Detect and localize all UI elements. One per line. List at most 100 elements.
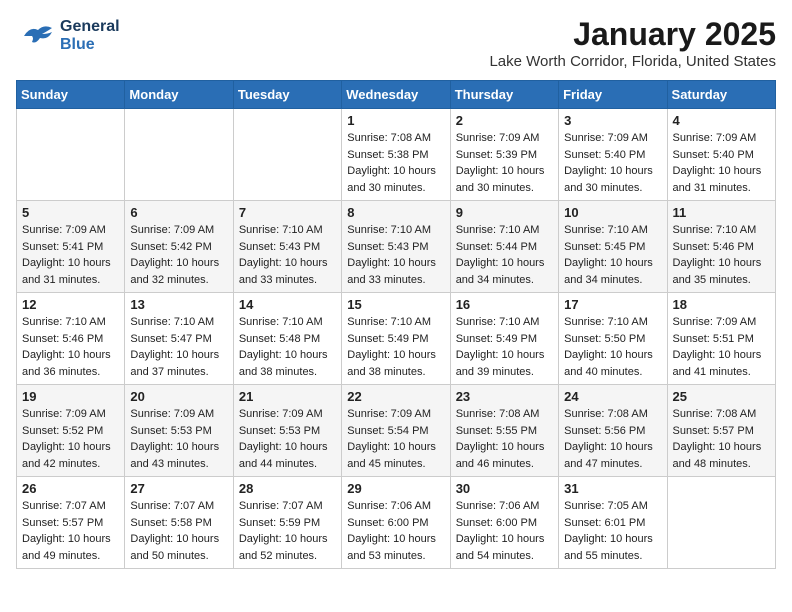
calendar-cell: 8 Sunrise: 7:10 AMSunset: 5:43 PMDaylight…	[342, 201, 450, 293]
day-number: 20	[130, 389, 227, 404]
day-number: 12	[22, 297, 119, 312]
day-info: Sunrise: 7:09 AMSunset: 5:42 PMDaylight:…	[130, 222, 227, 288]
day-info: Sunrise: 7:09 AMSunset: 5:41 PMDaylight:…	[22, 222, 119, 288]
logo-text: General Blue	[60, 18, 120, 53]
calendar-cell: 22Sunrise: 7:09 AMSunset: 5:54 PMDayligh…	[342, 385, 450, 477]
calendar-cell: 28 Sunrise: 7:07 AMSunset: 5:59 PMDayligh…	[233, 477, 341, 569]
day-number: 8	[347, 205, 444, 220]
day-number: 18	[673, 297, 770, 312]
day-info: Sunrise: 7:09 AMSunset: 5:53 PMDaylight:…	[130, 406, 227, 472]
calendar-cell: 13 Sunrise: 7:10 AMSunset: 5:47 PMDayligh…	[125, 293, 233, 385]
day-number: 2	[456, 113, 553, 128]
day-info: Sunrise: 7:09 AMSunset: 5:52 PMDaylight:…	[22, 406, 119, 472]
day-number: 9	[456, 205, 553, 220]
day-number: 26	[22, 481, 119, 496]
day-number: 28	[239, 481, 336, 496]
calendar-header-wednesday: Wednesday	[342, 81, 450, 109]
calendar-cell: 11 Sunrise: 7:10 AMSunset: 5:46 PMDayligh…	[667, 201, 775, 293]
calendar-header-tuesday: Tuesday	[233, 81, 341, 109]
day-number: 21	[239, 389, 336, 404]
day-info: Sunrise: 7:08 AMSunset: 5:57 PMDaylight:…	[673, 406, 770, 472]
day-number: 5	[22, 205, 119, 220]
day-info: Sunrise: 7:07 AMSunset: 5:58 PMDaylight:…	[130, 498, 227, 564]
calendar-header-sunday: Sunday	[17, 81, 125, 109]
calendar-cell: 31Sunrise: 7:05 AMSunset: 6:01 PMDayligh…	[559, 477, 667, 569]
calendar-cell: 24Sunrise: 7:08 AMSunset: 5:56 PMDayligh…	[559, 385, 667, 477]
day-info: Sunrise: 7:10 AMSunset: 5:43 PMDaylight:…	[347, 222, 444, 288]
calendar-cell	[233, 109, 341, 201]
calendar-week-5: 26 Sunrise: 7:07 AMSunset: 5:57 PMDayligh…	[17, 477, 776, 569]
day-info: Sunrise: 7:07 AMSunset: 5:59 PMDaylight:…	[239, 498, 336, 564]
calendar-cell: 3Sunrise: 7:09 AMSunset: 5:40 PMDaylight…	[559, 109, 667, 201]
day-number: 15	[347, 297, 444, 312]
day-info: Sunrise: 7:09 AMSunset: 5:53 PMDaylight:…	[239, 406, 336, 472]
day-number: 19	[22, 389, 119, 404]
calendar-cell: 4Sunrise: 7:09 AMSunset: 5:40 PMDaylight…	[667, 109, 775, 201]
calendar-week-2: 5 Sunrise: 7:09 AMSunset: 5:41 PMDaylight…	[17, 201, 776, 293]
calendar-week-1: 1 Sunrise: 7:08 AMSunset: 5:38 PMDaylight…	[17, 109, 776, 201]
day-number: 11	[673, 205, 770, 220]
calendar-cell: 23 Sunrise: 7:08 AMSunset: 5:55 PMDayligh…	[450, 385, 558, 477]
day-number: 7	[239, 205, 336, 220]
day-number: 24	[564, 389, 661, 404]
day-info: Sunrise: 7:08 AMSunset: 5:38 PMDaylight:…	[347, 130, 444, 196]
day-info: Sunrise: 7:10 AMSunset: 5:46 PMDaylight:…	[22, 314, 119, 380]
calendar-cell	[17, 109, 125, 201]
day-info: Sunrise: 7:10 AMSunset: 5:43 PMDaylight:…	[239, 222, 336, 288]
calendar-cell: 9Sunrise: 7:10 AMSunset: 5:44 PMDaylight…	[450, 201, 558, 293]
calendar-cell: 29 Sunrise: 7:06 AMSunset: 6:00 PMDayligh…	[342, 477, 450, 569]
logo-icon	[16, 16, 56, 56]
calendar-cell: 2 Sunrise: 7:09 AMSunset: 5:39 PMDaylight…	[450, 109, 558, 201]
calendar-header-thursday: Thursday	[450, 81, 558, 109]
calendar-cell: 25 Sunrise: 7:08 AMSunset: 5:57 PMDayligh…	[667, 385, 775, 477]
day-info: Sunrise: 7:08 AMSunset: 5:55 PMDaylight:…	[456, 406, 553, 472]
day-info: Sunrise: 7:10 AMSunset: 5:46 PMDaylight:…	[673, 222, 770, 288]
calendar-cell: 1 Sunrise: 7:08 AMSunset: 5:38 PMDaylight…	[342, 109, 450, 201]
day-number: 16	[456, 297, 553, 312]
day-info: Sunrise: 7:06 AMSunset: 6:00 PMDaylight:…	[347, 498, 444, 564]
calendar-week-3: 12 Sunrise: 7:10 AMSunset: 5:46 PMDayligh…	[17, 293, 776, 385]
calendar-cell: 10Sunrise: 7:10 AMSunset: 5:45 PMDayligh…	[559, 201, 667, 293]
calendar-cell: 17Sunrise: 7:10 AMSunset: 5:50 PMDayligh…	[559, 293, 667, 385]
day-number: 13	[130, 297, 227, 312]
day-info: Sunrise: 7:06 AMSunset: 6:00 PMDaylight:…	[456, 498, 553, 564]
calendar-header-monday: Monday	[125, 81, 233, 109]
calendar-header-friday: Friday	[559, 81, 667, 109]
page-header: General Blue January 2025 Lake Worth Cor…	[16, 16, 776, 70]
month-title: January 2025	[489, 16, 776, 53]
day-number: 25	[673, 389, 770, 404]
title-area: January 2025 Lake Worth Corridor, Florid…	[489, 16, 776, 70]
calendar-cell: 26 Sunrise: 7:07 AMSunset: 5:57 PMDayligh…	[17, 477, 125, 569]
day-number: 30	[456, 481, 553, 496]
day-info: Sunrise: 7:09 AMSunset: 5:39 PMDaylight:…	[456, 130, 553, 196]
calendar-cell: 21 Sunrise: 7:09 AMSunset: 5:53 PMDayligh…	[233, 385, 341, 477]
calendar-cell: 15 Sunrise: 7:10 AMSunset: 5:49 PMDayligh…	[342, 293, 450, 385]
calendar-cell: 19 Sunrise: 7:09 AMSunset: 5:52 PMDayligh…	[17, 385, 125, 477]
day-info: Sunrise: 7:05 AMSunset: 6:01 PMDaylight:…	[564, 498, 661, 564]
day-number: 1	[347, 113, 444, 128]
day-info: Sunrise: 7:10 AMSunset: 5:48 PMDaylight:…	[239, 314, 336, 380]
day-info: Sunrise: 7:10 AMSunset: 5:47 PMDaylight:…	[130, 314, 227, 380]
day-info: Sunrise: 7:09 AMSunset: 5:54 PMDaylight:…	[347, 406, 444, 472]
day-info: Sunrise: 7:07 AMSunset: 5:57 PMDaylight:…	[22, 498, 119, 564]
calendar-cell: 20 Sunrise: 7:09 AMSunset: 5:53 PMDayligh…	[125, 385, 233, 477]
day-number: 14	[239, 297, 336, 312]
calendar-cell: 12 Sunrise: 7:10 AMSunset: 5:46 PMDayligh…	[17, 293, 125, 385]
calendar-cell: 27Sunrise: 7:07 AMSunset: 5:58 PMDayligh…	[125, 477, 233, 569]
calendar-cell: 16Sunrise: 7:10 AMSunset: 5:49 PMDayligh…	[450, 293, 558, 385]
calendar-header-saturday: Saturday	[667, 81, 775, 109]
day-info: Sunrise: 7:10 AMSunset: 5:49 PMDaylight:…	[347, 314, 444, 380]
day-info: Sunrise: 7:09 AMSunset: 5:40 PMDaylight:…	[673, 130, 770, 196]
location: Lake Worth Corridor, Florida, United Sta…	[489, 53, 776, 70]
calendar-cell: 18 Sunrise: 7:09 AMSunset: 5:51 PMDayligh…	[667, 293, 775, 385]
calendar-cell: 5 Sunrise: 7:09 AMSunset: 5:41 PMDaylight…	[17, 201, 125, 293]
calendar-header-row: SundayMondayTuesdayWednesdayThursdayFrid…	[17, 81, 776, 109]
calendar-cell: 30 Sunrise: 7:06 AMSunset: 6:00 PMDayligh…	[450, 477, 558, 569]
day-info: Sunrise: 7:09 AMSunset: 5:40 PMDaylight:…	[564, 130, 661, 196]
day-info: Sunrise: 7:09 AMSunset: 5:51 PMDaylight:…	[673, 314, 770, 380]
logo: General Blue	[16, 16, 120, 56]
day-number: 29	[347, 481, 444, 496]
day-number: 23	[456, 389, 553, 404]
calendar-table: SundayMondayTuesdayWednesdayThursdayFrid…	[16, 80, 776, 569]
day-number: 6	[130, 205, 227, 220]
